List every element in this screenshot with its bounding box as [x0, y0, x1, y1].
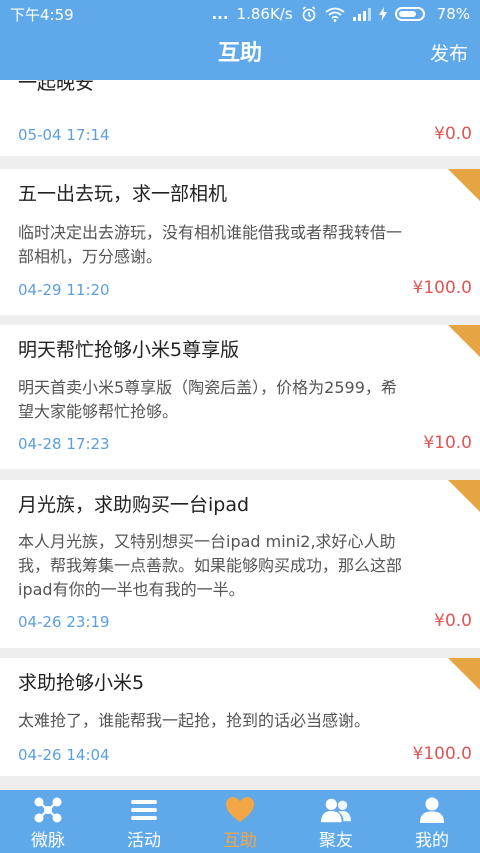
network-speed: 1.86K/s — [236, 5, 293, 23]
desc-line: 明天首卖小米5尊享版（陶瓷后盖），价格为2599，希 — [18, 378, 397, 397]
status-dots: ... — [211, 5, 229, 23]
item-title: 明天帮忙抢够小米5尊享版 — [18, 339, 240, 361]
item-title: 一起晚安 — [18, 80, 95, 94]
list-icon — [129, 796, 159, 824]
item-description: 临时决定出去游玩，没有相机谁能借我或者帮我转借一 部相机，万分感谢。 — [18, 221, 468, 269]
item-price: ¥0.0 — [434, 124, 472, 144]
friends-icon — [321, 796, 351, 824]
desc-line: 太难抢了，谁能帮我一起抢，抢到的话必当感谢。 — [18, 711, 371, 730]
tab-label: 微脉 — [31, 831, 65, 851]
item-price: ¥10.0 — [423, 433, 472, 453]
desc-line: 部相机，万分感谢。 — [18, 247, 163, 266]
status-bar: 下午4:59 ... 1.86K/s 78% — [0, 0, 480, 28]
tab-label: 聚友 — [319, 831, 353, 851]
tab-activity[interactable]: 活动 — [96, 790, 192, 853]
wifi-icon — [325, 7, 345, 22]
item-date: 05-04 17:14 — [18, 126, 110, 144]
desc-line: 我，帮我筹集一点善款。如果能够购买成功，那么这部 — [18, 556, 403, 575]
network-icon — [33, 796, 63, 824]
battery-icon — [394, 7, 425, 21]
item-description: 太难抢了，谁能帮我一起抢，抢到的话必当感谢。 — [18, 709, 468, 733]
tab-mutual-help[interactable]: 互助 — [192, 790, 288, 853]
help-request-list[interactable]: 一起晚安 05-04 17:14 ¥0.0 五一出去玩，求一部相机 临时决定出去… — [0, 80, 480, 790]
person-icon — [417, 796, 447, 824]
desc-line: 本人月光族，又特别想买一台ipad mini2,求好心人助 — [18, 532, 396, 551]
item-date: 04-29 11:20 — [18, 281, 110, 299]
tab-weimai[interactable]: 微脉 — [0, 790, 96, 853]
app-header: 互助 发布 — [0, 28, 480, 80]
status-right: ... 1.86K/s 78% — [211, 5, 470, 23]
tab-friends[interactable]: 聚友 — [288, 790, 384, 853]
page-title: 互助 — [217, 41, 262, 66]
tab-label: 活动 — [127, 831, 161, 851]
bottom-tab-bar: 微脉 活动 互助 聚友 我的 — [0, 790, 480, 853]
item-price: ¥0.0 — [434, 611, 472, 631]
corner-tag — [448, 169, 480, 201]
desc-line: 望大家能够帮忙抢够。 — [18, 402, 179, 421]
desc-line: 临时决定出去游玩，没有相机谁能借我或者帮我转借一 — [18, 223, 403, 242]
battery-percent: 78% — [436, 5, 470, 23]
signal-icon — [352, 7, 371, 21]
item-title: 求助抢够小米5 — [18, 672, 145, 694]
item-description: 明天首卖小米5尊享版（陶瓷后盖），价格为2599，希 望大家能够帮忙抢够。 — [18, 376, 468, 424]
publish-button[interactable]: 发布 — [430, 28, 468, 80]
corner-tag — [448, 325, 480, 357]
item-date: 04-26 23:19 — [18, 613, 110, 631]
list-item[interactable]: 求助抢够小米5 太难抢了，谁能帮我一起抢，抢到的话必当感谢。 04-26 14:… — [0, 658, 480, 776]
desc-line: ipad有你的一半也有我的一半。 — [18, 580, 245, 599]
corner-tag — [448, 480, 480, 512]
item-price: ¥100.0 — [412, 278, 472, 298]
item-title: 五一出去玩，求一部相机 — [18, 183, 228, 205]
tab-label: 互助 — [223, 831, 257, 851]
item-description: 本人月光族，又特别想买一台ipad mini2,求好心人助 我，帮我筹集一点善款… — [18, 530, 468, 602]
list-item[interactable]: 明天帮忙抢够小米5尊享版 明天首卖小米5尊享版（陶瓷后盖），价格为2599，希 … — [0, 325, 480, 469]
alarm-icon — [301, 6, 317, 22]
charging-icon — [378, 7, 387, 21]
item-price: ¥100.0 — [412, 744, 472, 764]
corner-tag — [448, 658, 480, 690]
item-date: 04-26 14:04 — [18, 746, 110, 764]
tab-label: 我的 — [415, 831, 449, 851]
item-title: 月光族，求助购买一台ipad — [18, 494, 250, 516]
status-time: 下午4:59 — [10, 5, 74, 24]
item-date: 04-28 17:23 — [18, 435, 110, 453]
heart-icon — [225, 796, 255, 824]
list-item[interactable]: 一起晚安 05-04 17:14 ¥0.0 — [0, 80, 480, 156]
list-item[interactable]: 五一出去玩，求一部相机 临时决定出去游玩，没有相机谁能借我或者帮我转借一 部相机… — [0, 169, 480, 315]
tab-mine[interactable]: 我的 — [384, 790, 480, 853]
list-item[interactable]: 月光族，求助购买一台ipad 本人月光族，又特别想买一台ipad mini2,求… — [0, 480, 480, 648]
